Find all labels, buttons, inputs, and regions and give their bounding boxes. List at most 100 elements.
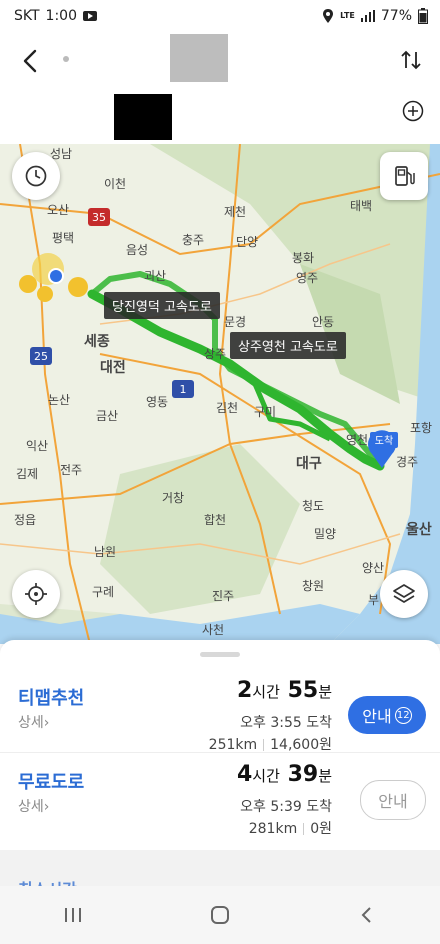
route-detail-label: 상세 (18, 799, 44, 815)
place-label: 금산 (96, 409, 118, 423)
sheet-drag-handle[interactable] (200, 652, 240, 657)
place-label: 영주 (296, 271, 318, 285)
guidance-label: 안내 (362, 707, 392, 726)
signal-icon (360, 10, 375, 22)
highway-shield-35: 35 (88, 208, 110, 226)
place-label: 오산 (47, 203, 69, 217)
place-label: 단양 (236, 235, 258, 249)
network-label: LTE (340, 11, 355, 20)
highway-shield-25: 25 (30, 347, 52, 365)
back-arrow-icon[interactable] (18, 48, 44, 74)
place-label: 사천 (202, 622, 224, 637)
place-label: 진주 (212, 589, 234, 603)
place-label: 양산 (362, 561, 384, 575)
place-label: 충주 (182, 233, 204, 247)
place-label: 김천 (216, 400, 238, 415)
start-guidance-button[interactable]: 안내 (360, 780, 426, 820)
clock-icon (25, 165, 47, 187)
place-label: 정읍 (14, 513, 36, 527)
place-label: 청도 (302, 499, 324, 513)
start-guidance-button[interactable]: 안내 12 (348, 696, 426, 734)
duration-hours-unit: 시간 (252, 683, 280, 701)
destination-label: 도착 (375, 435, 393, 447)
chevron-right-icon: › (43, 715, 50, 731)
recent-apps-button[interactable] (58, 900, 88, 930)
history-button[interactable] (12, 152, 60, 200)
distance-toll: 281km 0원 (249, 818, 332, 838)
route-map[interactable]: 35 25 1 성남 이천 오산 평택 충주 제천 단양 영주 태백 봉화 세종… (0, 144, 440, 644)
svg-text:1: 1 (180, 383, 187, 396)
battery-percent: 77% (380, 8, 412, 24)
my-location-button[interactable] (12, 570, 60, 618)
road-label-sangju-yeongcheon: 상주영천 고속도로 (230, 332, 346, 359)
route-divider (0, 752, 440, 753)
duration-minutes: 39 (287, 762, 319, 787)
arrival-time: 오후 5:39 도착 (240, 799, 332, 815)
place-label: 안동 (312, 315, 334, 329)
home-icon (210, 906, 229, 924)
place-label: 부 (368, 593, 379, 607)
map-canvas: 35 25 1 성남 이천 오산 평택 충주 제천 단양 영주 태백 봉화 세종… (0, 144, 440, 644)
layers-icon (393, 584, 415, 603)
place-label: 세종 (84, 334, 110, 350)
place-label: 평택 (52, 231, 74, 245)
place-label: 거창 (162, 491, 184, 505)
road-label-dangjin-yeongdeok: 당진영덕 고속도로 (104, 292, 220, 319)
place-label: 태백 (350, 199, 372, 213)
destination-redacted[interactable] (114, 94, 172, 140)
place-label: 경주 (396, 455, 418, 469)
add-waypoint-icon[interactable] (402, 100, 424, 122)
back-button[interactable] (352, 900, 382, 930)
highway-shield-1: 1 (172, 380, 194, 398)
place-label: 음성 (126, 243, 148, 257)
origin-dot (63, 56, 69, 62)
place-label: 김제 (16, 467, 38, 481)
separator (263, 739, 265, 751)
route-duration: 2시간 55분 (237, 678, 332, 703)
duration-minutes-unit: 분 (318, 683, 332, 701)
route-detail-link[interactable]: 상세› (18, 796, 49, 816)
back-chevron-icon (361, 907, 371, 923)
duration-hours: 4 (236, 762, 253, 787)
origin-redacted[interactable] (170, 34, 228, 82)
route-option-cut-off[interactable]: 최소시간 (18, 876, 77, 886)
place-label: 밀양 (314, 527, 336, 541)
arrival-time: 오후 3:55 도착 (240, 715, 332, 731)
duration-minutes: 55 (287, 678, 319, 703)
route-duration: 4시간 39분 (237, 762, 332, 787)
place-label: 익산 (26, 439, 48, 453)
place-label: 대전 (100, 359, 126, 376)
place-label: 괴산 (144, 269, 166, 283)
place-label: 논산 (48, 393, 70, 407)
place-label: 전주 (60, 463, 82, 477)
system-navigation-bar (0, 886, 440, 944)
gas-station-button[interactable] (380, 152, 428, 200)
place-label: 문경 (224, 315, 246, 329)
route-name: 티맵추천 (18, 688, 85, 709)
youtube-icon (83, 11, 97, 21)
layers-button[interactable] (380, 570, 428, 618)
route-option-free[interactable]: 무료도로 상세› 4시간 39분 오후 5:39 도착 281km 0원 안내 (0, 754, 440, 854)
place-label: 구미 (254, 405, 276, 419)
svg-text:25: 25 (34, 350, 48, 363)
home-button[interactable] (205, 900, 235, 930)
route-detail-label: 상세 (18, 715, 44, 731)
place-label: 이천 (104, 176, 126, 191)
place-label: 포항 (410, 421, 432, 435)
place-label: 대구 (296, 456, 322, 472)
route-distance: 251km (208, 737, 258, 753)
duration-minutes-unit: 분 (318, 767, 332, 785)
count-badge: 12 (394, 706, 412, 724)
distance-toll: 251km 14,600원 (209, 734, 332, 754)
route-detail-link[interactable]: 상세› (18, 712, 49, 732)
place-label: 구례 (92, 585, 114, 599)
chevron-right-icon: › (43, 799, 50, 815)
place-label: 창원 (302, 579, 324, 593)
place-label: 울산 (406, 521, 432, 538)
fuel-pump-icon (395, 166, 415, 186)
route-name: 무료도로 (18, 772, 85, 793)
separator (303, 823, 305, 835)
guidance-label: 안내 (378, 792, 408, 811)
swap-route-icon[interactable] (400, 48, 422, 72)
route-header (0, 34, 440, 144)
